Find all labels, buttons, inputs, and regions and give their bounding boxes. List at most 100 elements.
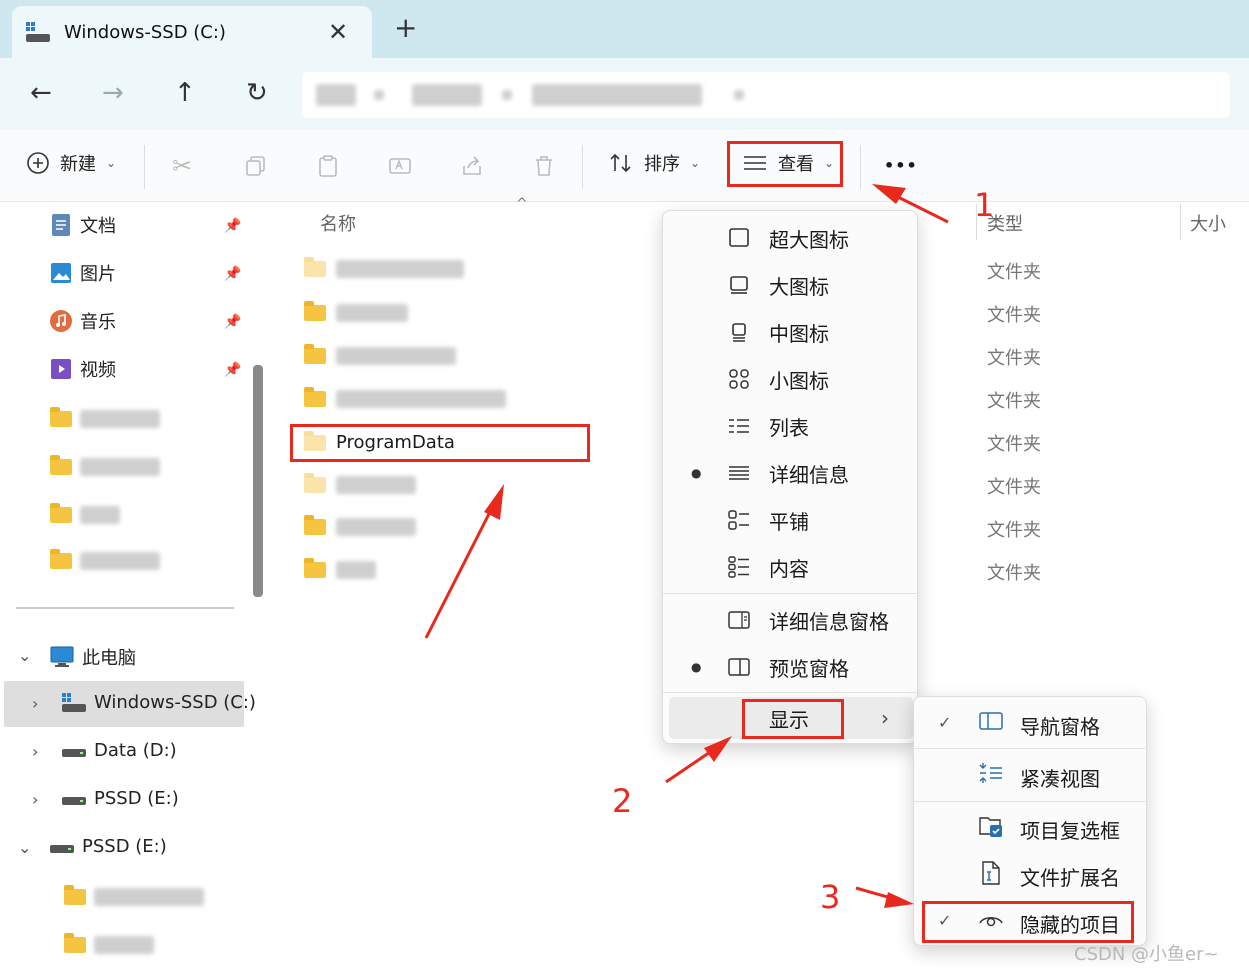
submenu-item-hidden-items[interactable]: ✓ 隐藏的项目 [914,899,1148,945]
menu-item-medium-icons[interactable]: 中图标 [663,309,919,355]
sidebar-item-drive-c[interactable]: Windows-SSD (C:) [62,692,256,713]
sort-label: 排序 [644,154,680,175]
toolbar-divider [582,145,583,189]
folder-icon [50,549,72,569]
sidebar-item-videos[interactable]: 视频 [50,356,116,382]
menu-item-small-icons[interactable]: 小图标 [663,356,919,402]
menu-item-label: 详细信息窗格 [769,609,889,634]
copy-icon[interactable] [244,154,268,178]
sidebar-item-folder[interactable] [50,455,160,476]
sidebar-item-label: PSSD (E:) [94,788,179,809]
new-button[interactable]: 新建 ⌄ [26,150,116,176]
sidebar-item-folder[interactable] [64,885,204,906]
chevron-right-icon[interactable]: › [32,790,38,809]
table-row[interactable] [304,301,408,322]
menu-item-label: 显示 [769,707,809,732]
new-label: 新建 [60,154,96,175]
table-row[interactable] [304,515,416,536]
redacted-filename [336,304,408,322]
folder-icon [304,430,326,451]
submenu-item-navigation-pane[interactable]: ✓ 导航窗格 [914,701,1148,747]
submenu-item-label: 文件扩展名 [1020,866,1120,890]
cut-icon[interactable]: ✂ [172,152,192,180]
address-bar[interactable] [302,72,1230,118]
table-row[interactable] [304,558,376,579]
new-tab-button[interactable]: + [394,14,417,42]
type-cell: 文件夹 [987,563,1041,584]
large-icons-icon [730,276,748,294]
more-options-button[interactable]: ••• [884,156,918,175]
menu-item-list[interactable]: 列表 [663,403,919,449]
close-tab-icon[interactable]: ✕ [328,18,348,46]
sidebar-item-label: Windows-SSD (C:) [94,692,256,713]
tab-windows-ssd[interactable]: Windows-SSD (C:) ✕ [12,6,372,62]
menu-divider [914,801,1148,802]
pin-icon[interactable]: 📌 [224,362,241,378]
table-row-programdata[interactable]: ProgramData [304,430,455,453]
sidebar-item-music[interactable]: 音乐 [50,308,116,334]
submenu-item-file-extensions[interactable]: 文件扩展名 [914,852,1148,898]
windows-drive-icon [62,692,86,712]
pin-icon[interactable]: 📌 [224,218,241,234]
tiles-icon [728,510,749,530]
share-icon[interactable] [460,154,484,178]
column-header-size[interactable]: 大小 [1190,210,1226,236]
pin-icon[interactable]: 📌 [224,266,241,282]
annotation-step-2: 2 [612,782,633,820]
sidebar-item-folder[interactable] [50,407,160,428]
watermark: CSDN @小鱼er~ [1074,944,1219,965]
sidebar-item-this-pc[interactable]: 此电脑 [50,644,136,670]
menu-item-large-icons[interactable]: 大图标 [663,262,919,308]
column-header-name[interactable]: 名称 [320,210,356,236]
table-row[interactable] [304,387,506,408]
sidebar-item-folder[interactable] [50,503,120,524]
column-divider[interactable] [1180,204,1181,240]
view-button[interactable]: 查看 ⌄ [742,150,834,176]
menu-item-details[interactable]: ● 详细信息 [663,450,919,496]
up-button[interactable]: ↑ [174,78,196,108]
rename-icon[interactable] [388,154,412,178]
refresh-button[interactable]: ↻ [246,78,268,108]
chevron-down-icon[interactable]: ⌄ [18,838,31,857]
menu-item-preview-pane[interactable]: ● 预览窗格 [663,644,919,690]
content-icon [728,556,749,578]
hidden-items-icon [979,917,1003,927]
table-row[interactable] [304,257,464,278]
forward-button[interactable]: → [102,78,124,108]
delete-icon[interactable] [532,154,556,178]
sidebar-item-folder[interactable] [64,933,154,954]
navigation-pane [0,202,244,973]
submenu-item-item-checkboxes[interactable]: 项目复选框 [914,805,1148,851]
menu-item-content[interactable]: 内容 [663,544,919,590]
annotation-step-3: 3 [820,878,841,916]
item-checkbox-icon [979,817,1002,837]
chevron-right-icon[interactable]: › [32,694,38,713]
menu-item-extra-large-icons[interactable]: 超大图标 [663,215,919,261]
sidebar-item-drive-e[interactable]: PSSD (E:) [62,788,179,809]
sidebar-item-pssd-e[interactable]: PSSD (E:) [50,836,167,857]
pin-icon[interactable]: 📌 [224,314,241,330]
sidebar-item-drive-d[interactable]: Data (D:) [62,740,177,761]
table-row[interactable] [304,473,416,494]
back-button[interactable]: ← [30,78,52,108]
menu-item-show[interactable]: 显示 › [663,695,919,741]
breadcrumb-separator [734,90,744,100]
type-cell: 文件夹 [987,305,1041,326]
sidebar-scrollbar[interactable] [253,365,263,597]
submenu-item-compact-view[interactable]: 紧凑视图 [914,753,1148,799]
folder-icon [50,407,72,427]
sidebar-item-folder[interactable] [50,549,160,570]
chevron-down-icon[interactable]: ⌄ [18,646,31,665]
sidebar-item-pictures[interactable]: 图片 [50,260,116,286]
menu-item-details-pane[interactable]: 详细信息窗格 [663,597,919,643]
small-icons-icon [729,369,749,389]
sidebar-item-documents[interactable]: 文档 [50,212,116,238]
sort-button[interactable]: 排序 ⌄ [608,150,700,176]
submenu-item-label: 紧凑视图 [1020,767,1100,791]
table-row[interactable] [304,344,456,365]
menu-item-tiles[interactable]: 平铺 [663,497,919,543]
menu-item-label: 中图标 [769,321,829,346]
pictures-icon [51,263,71,283]
chevron-right-icon[interactable]: › [32,742,38,761]
paste-icon[interactable] [316,154,340,178]
